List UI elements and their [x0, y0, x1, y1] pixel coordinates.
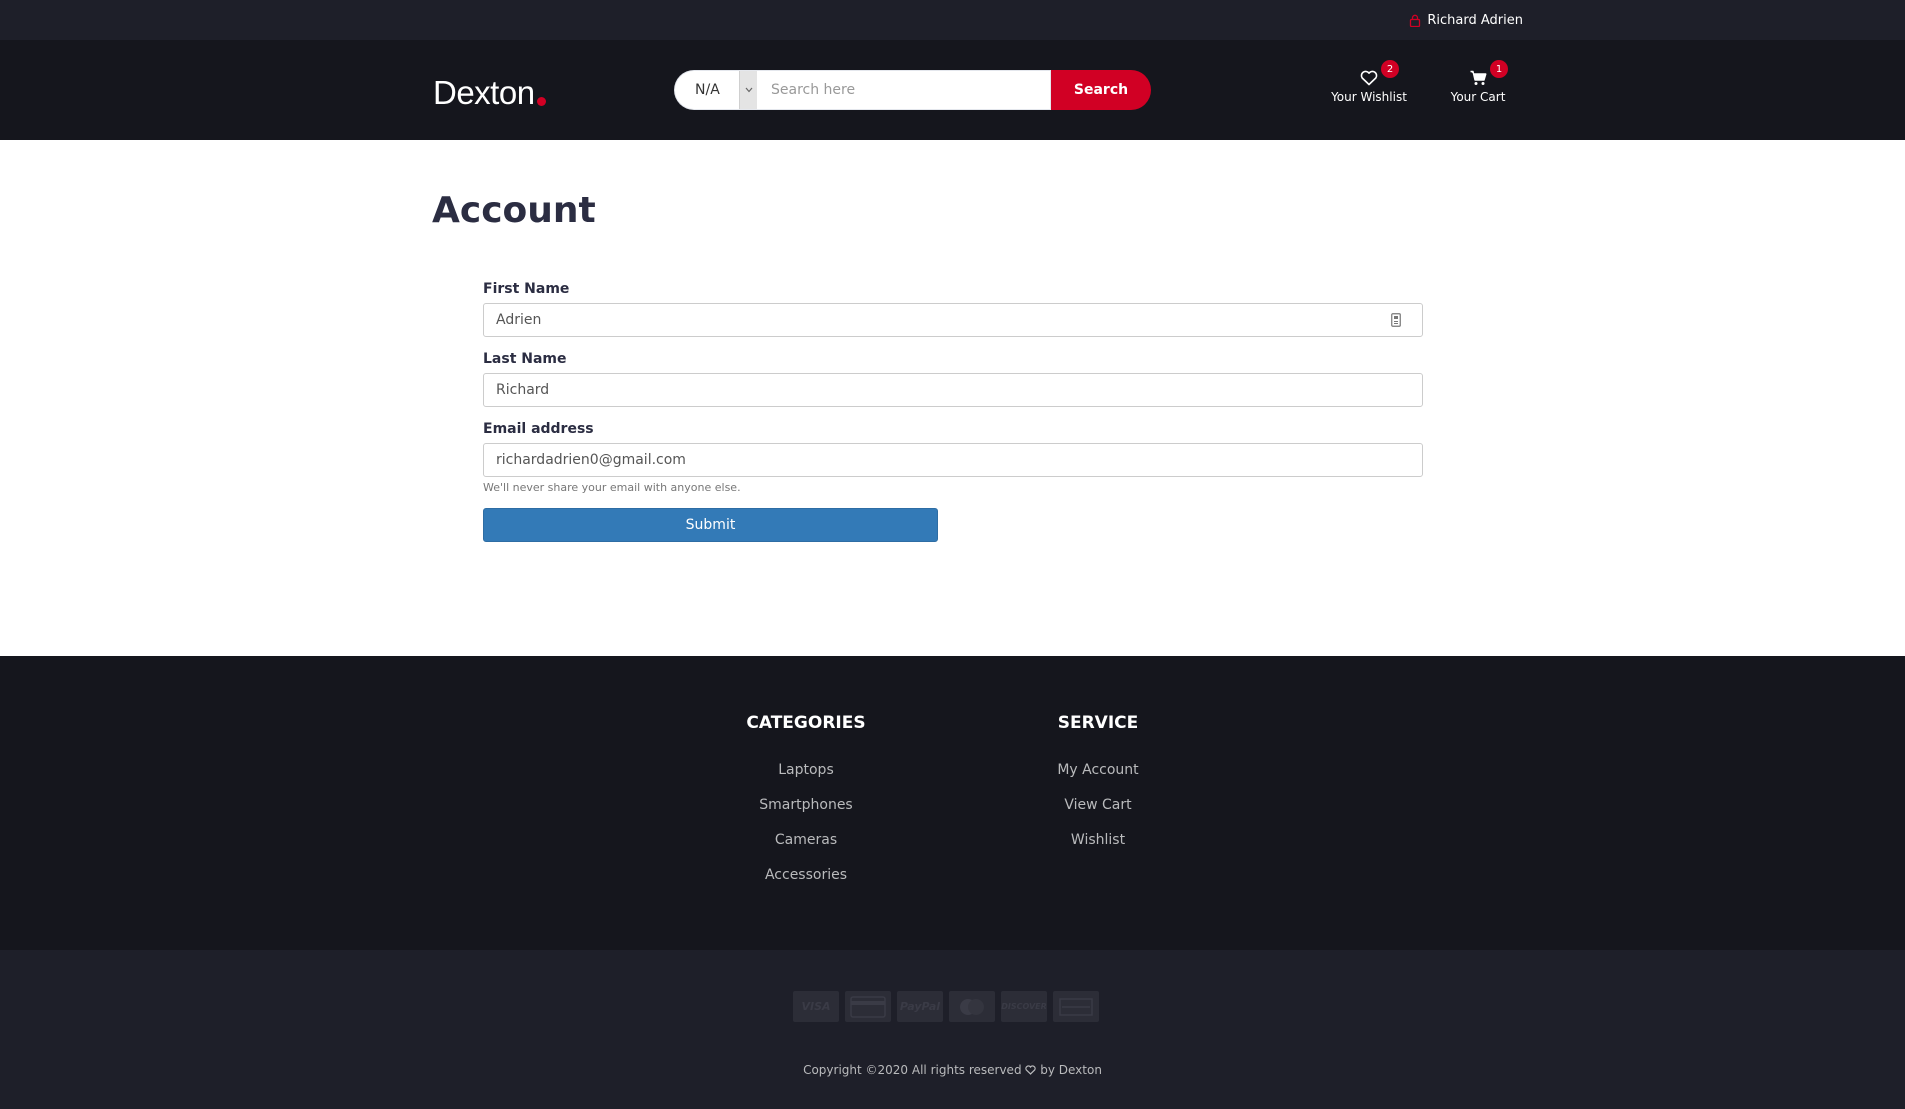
first-name-label: First Name: [483, 281, 570, 297]
search-button[interactable]: Search: [1051, 70, 1151, 110]
footer-link-cameras[interactable]: Cameras: [726, 823, 886, 858]
credit-card-icon: [845, 991, 891, 1022]
email-group: Email address We'll never share your ema…: [483, 421, 1423, 494]
cart-icon: [1470, 70, 1486, 85]
footer-categories-title: CATEGORIES: [746, 713, 866, 733]
logo-text: Dexton: [433, 74, 535, 111]
email-help-text: We'll never share your email with anyone…: [483, 481, 741, 494]
first-name-group: First Name: [483, 281, 1423, 337]
heart-icon: [1360, 70, 1378, 86]
footer-link-accessories[interactable]: Accessories: [726, 858, 886, 893]
copyright-suffix[interactable]: by Dexton: [1040, 1063, 1102, 1077]
autofill-card-icon[interactable]: [1391, 312, 1401, 331]
search-bar: N/A Search: [674, 70, 1151, 110]
wishlist-count-badge: 2: [1381, 60, 1399, 78]
discover-icon: DISCOVER: [1001, 991, 1047, 1022]
search-input[interactable]: [757, 70, 1051, 110]
search-category-value: N/A: [695, 82, 720, 98]
chevron-down-icon: [739, 71, 757, 109]
user-icon: [1410, 14, 1421, 27]
footer: CATEGORIES Laptops Smartphones Cameras A…: [0, 656, 1905, 950]
footer-link-wishlist[interactable]: Wishlist: [1018, 823, 1178, 858]
heart-icon: [1025, 1065, 1037, 1075]
footer-link-my-account[interactable]: My Account: [1018, 753, 1178, 788]
account-form: First Name Last Name Email address: [483, 281, 1423, 542]
logo-dot: [536, 97, 546, 106]
search-category-select[interactable]: N/A: [674, 70, 757, 110]
visa-icon: VISA: [793, 991, 839, 1022]
footer-service-title: SERVICE: [1057, 713, 1139, 733]
last-name-group: Last Name: [483, 351, 1423, 407]
last-name-field[interactable]: [483, 373, 1423, 407]
copyright-prefix: Copyright ©2020 All rights reserved: [803, 1063, 1022, 1077]
footer-link-laptops[interactable]: Laptops: [726, 753, 886, 788]
account-user-name: Richard Adrien: [1427, 12, 1523, 28]
first-name-field[interactable]: [483, 303, 1423, 337]
main-header: Dexton N/A Search 2 Your Wishlist 1: [0, 40, 1905, 140]
wishlist-label: Your Wishlist: [1331, 90, 1407, 104]
cart-link[interactable]: 1 Your Cart: [1447, 60, 1509, 104]
logo[interactable]: Dexton: [433, 74, 546, 112]
copyright: Copyright ©2020 All rights reserved by D…: [0, 1063, 1905, 1077]
wishlist-link[interactable]: 2 Your Wishlist: [1328, 60, 1410, 104]
footer-link-smartphones[interactable]: Smartphones: [726, 788, 886, 823]
submit-button[interactable]: Submit: [483, 508, 938, 542]
page-title: Account: [432, 190, 596, 231]
footer-service: SERVICE My Account View Cart Wishlist: [1018, 713, 1178, 858]
top-bar: Richard Adrien: [0, 0, 1905, 40]
bottom-footer: VISA PayPal DISCOVER Copyright ©2020 All…: [0, 950, 1905, 1109]
footer-link-view-cart[interactable]: View Cart: [1018, 788, 1178, 823]
cart-label: Your Cart: [1450, 90, 1506, 104]
account-page: Account First Name Last Name: [0, 140, 1905, 656]
paypal-icon: PayPal: [897, 991, 943, 1022]
cart-count-badge: 1: [1490, 60, 1508, 78]
amex-icon: [1053, 991, 1099, 1022]
email-field[interactable]: [483, 443, 1423, 477]
email-label: Email address: [483, 421, 594, 437]
account-link[interactable]: Richard Adrien: [1409, 13, 1523, 28]
payment-methods: VISA PayPal DISCOVER: [793, 991, 1099, 1022]
mastercard-icon: [949, 991, 995, 1022]
footer-categories: CATEGORIES Laptops Smartphones Cameras A…: [726, 713, 886, 893]
last-name-label: Last Name: [483, 351, 567, 367]
